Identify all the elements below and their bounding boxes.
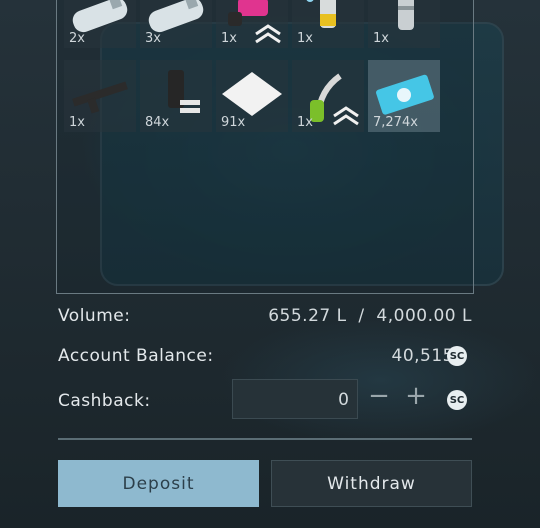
item-quantity: 1x <box>69 115 85 130</box>
inventory-slot[interactable]: 1x <box>292 60 364 132</box>
item-quantity: 84x <box>145 115 170 130</box>
withdraw-button[interactable]: Withdraw <box>271 460 472 507</box>
balance-value: 40,515 <box>391 346 454 366</box>
increment-button[interactable]: + <box>403 383 429 410</box>
item-quantity: 1x <box>297 115 313 130</box>
item-quantity: 91x <box>221 115 246 130</box>
item-quantity: 2x <box>69 31 85 46</box>
item-quantity: 1x <box>373 31 389 46</box>
cashback-label: Cashback: <box>58 391 151 411</box>
inventory-slot[interactable]: 1x <box>216 0 288 48</box>
inventory-slot[interactable]: 2x <box>64 0 136 48</box>
inventory-slot[interactable]: 1x <box>368 0 440 48</box>
cashback-input-value: 0 <box>338 390 349 410</box>
inventory-slot[interactable]: 3x <box>140 0 212 48</box>
inventory-slot[interactable]: 1x <box>64 60 136 132</box>
divider <box>58 438 472 440</box>
inventory-slot[interactable]: 91x <box>216 60 288 132</box>
volume-label: Volume: <box>58 306 131 326</box>
decrement-button[interactable]: − <box>366 383 392 410</box>
currency-icon: SC <box>447 346 467 366</box>
inventory-slot-selected[interactable]: 7,274x <box>368 60 440 132</box>
cashback-input[interactable]: 0 <box>232 379 358 419</box>
item-quantity: 1x <box>297 31 313 46</box>
deposit-button[interactable]: Deposit <box>58 460 259 507</box>
item-quantity: 3x <box>145 31 161 46</box>
item-quantity: 7,274x <box>373 115 418 130</box>
currency-icon: SC <box>447 390 467 410</box>
item-quantity: 1x <box>221 31 237 46</box>
account-balance-label: Account Balance: <box>58 346 214 366</box>
inventory-slot[interactable]: 1x <box>292 0 364 48</box>
volume-value: 655.27 L / 4,000.00 L <box>268 306 472 326</box>
inventory-slot[interactable]: 84x <box>140 60 212 132</box>
